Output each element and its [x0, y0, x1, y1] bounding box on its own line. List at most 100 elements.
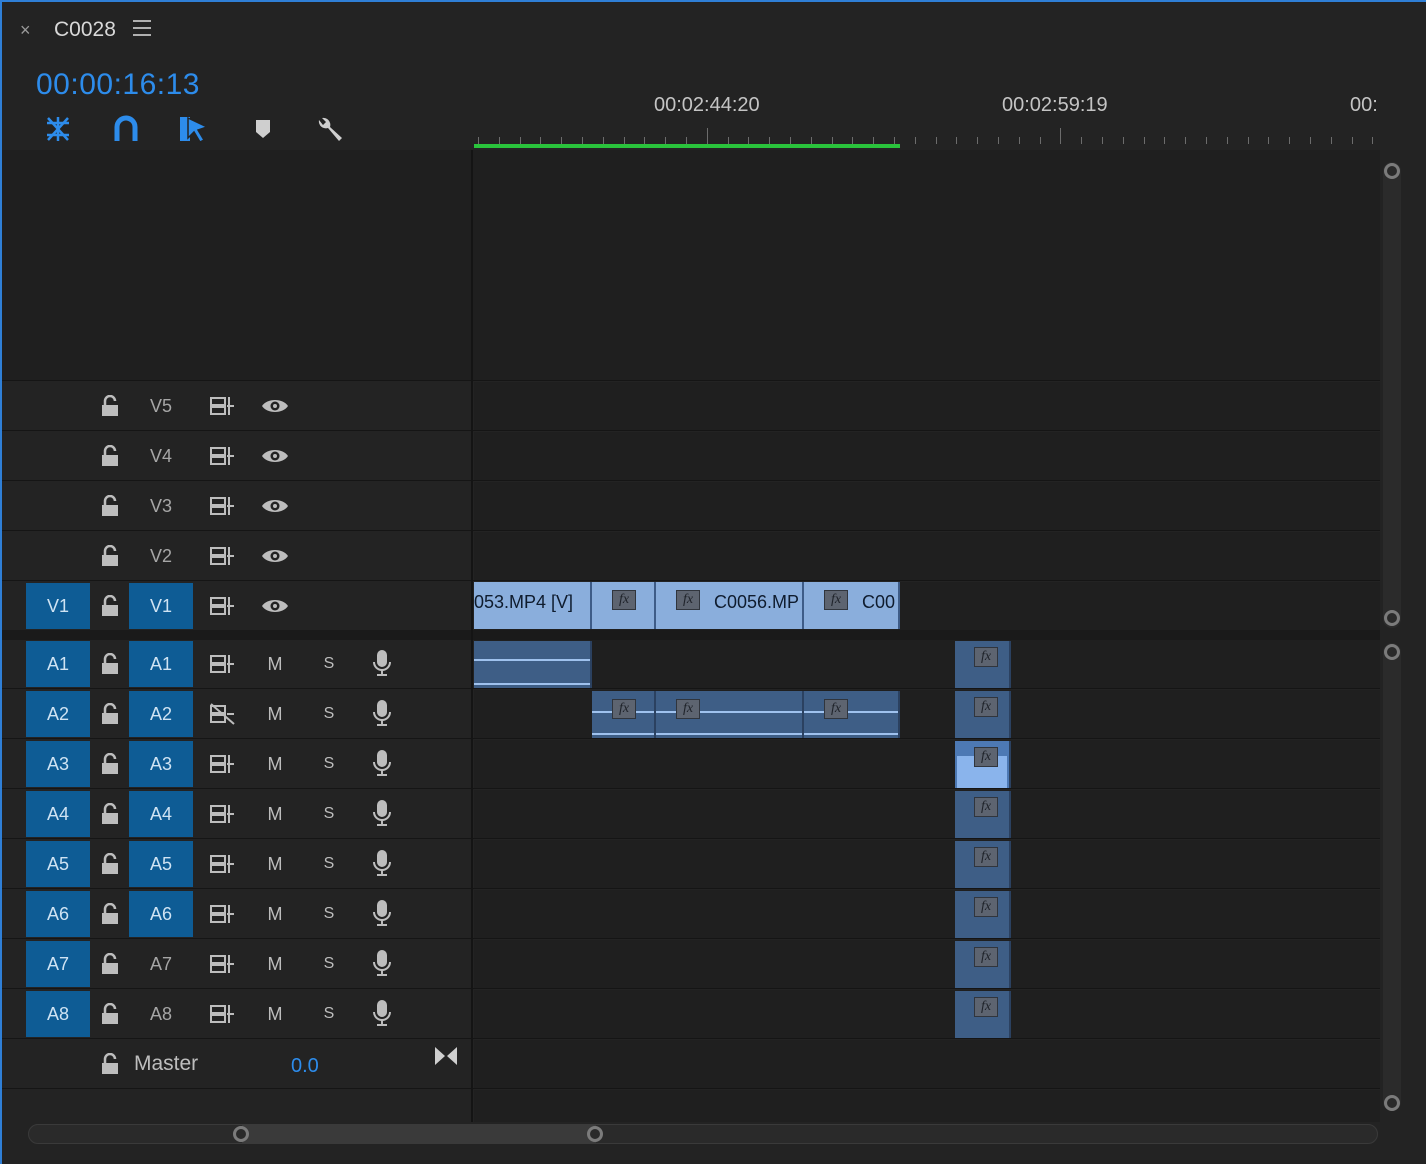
- source-patch-a7[interactable]: A7: [26, 941, 90, 987]
- linked-selection-icon[interactable]: [178, 114, 210, 144]
- source-patch-a6[interactable]: A6: [26, 891, 90, 937]
- lock-track-icon[interactable]: [98, 751, 122, 777]
- track-target-a5[interactable]: A5: [129, 841, 193, 887]
- track-target-v1[interactable]: V1: [129, 583, 193, 629]
- audio-clip[interactable]: fx: [804, 691, 900, 738]
- sync-lock-icon[interactable]: [206, 749, 238, 779]
- track-lane[interactable]: [474, 890, 1380, 938]
- voice-over-record-mic-icon[interactable]: [366, 948, 398, 978]
- track-lane[interactable]: [474, 432, 1380, 480]
- source-patch-v1[interactable]: V1: [26, 583, 90, 629]
- solo-button[interactable]: S: [314, 749, 344, 779]
- audio-vertical-scrollbar[interactable]: [1383, 643, 1401, 1111]
- panel-menu-icon[interactable]: [133, 20, 151, 36]
- sync-lock-icon[interactable]: [206, 491, 238, 521]
- voice-over-record-mic-icon[interactable]: [366, 698, 398, 728]
- track-lane[interactable]: [474, 482, 1380, 530]
- lock-track-icon[interactable]: [98, 1051, 122, 1077]
- audio-clip[interactable]: fx: [955, 991, 1011, 1038]
- track-target-a2[interactable]: A2: [129, 691, 193, 737]
- wrench-settings-icon[interactable]: [314, 114, 346, 144]
- close-tab-button[interactable]: ×: [20, 20, 31, 41]
- track-target-v5[interactable]: V5: [129, 383, 193, 429]
- audio-clip[interactable]: fx: [955, 941, 1011, 988]
- source-patch-a3[interactable]: A3: [26, 741, 90, 787]
- video-clip[interactable]: 053.MP4 [V]: [474, 582, 592, 629]
- lock-track-icon[interactable]: [98, 901, 122, 927]
- track-lane[interactable]: [474, 640, 1380, 688]
- audio-clip[interactable]: fx: [955, 641, 1011, 688]
- track-lane[interactable]: [474, 382, 1380, 430]
- track-lane[interactable]: [474, 990, 1380, 1038]
- mute-button[interactable]: M: [260, 849, 290, 879]
- mute-button[interactable]: M: [260, 899, 290, 929]
- scroll-handle[interactable]: [1384, 163, 1400, 179]
- voice-over-record-mic-icon[interactable]: [366, 748, 398, 778]
- mute-button[interactable]: M: [260, 649, 290, 679]
- add-marker-icon[interactable]: [247, 114, 279, 144]
- audio-clip[interactable]: fx: [656, 691, 804, 738]
- track-target-v2[interactable]: V2: [129, 533, 193, 579]
- voice-over-record-mic-icon[interactable]: [366, 998, 398, 1028]
- sync-lock-icon[interactable]: [206, 949, 238, 979]
- lock-track-icon[interactable]: [98, 593, 122, 619]
- sync-lock-off-icon[interactable]: [206, 699, 238, 729]
- track-lane[interactable]: [474, 740, 1380, 788]
- timeline-horizontal-scrollbar[interactable]: [28, 1124, 1378, 1144]
- go-to-in-out-icon[interactable]: [430, 1041, 462, 1071]
- audio-clip[interactable]: fx: [955, 741, 1011, 788]
- source-patch-a2[interactable]: A2: [26, 691, 90, 737]
- voice-over-record-mic-icon[interactable]: [366, 898, 398, 928]
- lock-track-icon[interactable]: [98, 851, 122, 877]
- lock-track-icon[interactable]: [98, 393, 122, 419]
- mute-button[interactable]: M: [260, 949, 290, 979]
- track-target-a3[interactable]: A3: [129, 741, 193, 787]
- video-clip[interactable]: fx C0056.MP: [656, 582, 804, 629]
- video-clip[interactable]: fx: [592, 582, 656, 629]
- solo-button[interactable]: S: [314, 899, 344, 929]
- toggle-output-eye-icon[interactable]: [259, 491, 291, 521]
- lock-track-icon[interactable]: [98, 493, 122, 519]
- lock-track-icon[interactable]: [98, 701, 122, 727]
- mute-button[interactable]: M: [260, 699, 290, 729]
- toggle-output-eye-icon[interactable]: [259, 391, 291, 421]
- zoom-handle-left[interactable]: [233, 1126, 249, 1142]
- toggle-output-eye-icon[interactable]: [259, 591, 291, 621]
- sync-lock-icon[interactable]: [206, 899, 238, 929]
- voice-over-record-mic-icon[interactable]: [366, 648, 398, 678]
- lock-track-icon[interactable]: [98, 1001, 122, 1027]
- solo-button[interactable]: S: [314, 999, 344, 1029]
- video-clip[interactable]: fx C00: [804, 582, 900, 629]
- sync-lock-icon[interactable]: [206, 799, 238, 829]
- toggle-output-eye-icon[interactable]: [259, 441, 291, 471]
- insert-nest-icon[interactable]: [42, 114, 74, 144]
- audio-clip[interactable]: fx: [955, 691, 1011, 738]
- sync-lock-icon[interactable]: [206, 541, 238, 571]
- lock-track-icon[interactable]: [98, 443, 122, 469]
- scroll-handle[interactable]: [1384, 644, 1400, 660]
- track-lane[interactable]: [474, 790, 1380, 838]
- source-patch-a5[interactable]: A5: [26, 841, 90, 887]
- audio-clip[interactable]: [474, 641, 592, 688]
- source-patch-a1[interactable]: A1: [26, 641, 90, 687]
- audio-clip[interactable]: fx: [592, 691, 656, 738]
- solo-button[interactable]: S: [314, 799, 344, 829]
- lock-track-icon[interactable]: [98, 651, 122, 677]
- lock-track-icon[interactable]: [98, 951, 122, 977]
- track-lane[interactable]: [474, 1040, 1380, 1088]
- track-lane[interactable]: [474, 532, 1380, 580]
- track-target-v4[interactable]: V4: [129, 433, 193, 479]
- time-ruler[interactable]: [474, 128, 1380, 144]
- solo-button[interactable]: S: [314, 699, 344, 729]
- mute-button[interactable]: M: [260, 999, 290, 1029]
- zoom-scroll-thumb[interactable]: [242, 1125, 596, 1143]
- sync-lock-icon[interactable]: [206, 849, 238, 879]
- scroll-handle[interactable]: [1384, 1095, 1400, 1111]
- track-target-a7[interactable]: A7: [129, 941, 193, 987]
- mute-button[interactable]: M: [260, 799, 290, 829]
- track-target-a1[interactable]: A1: [129, 641, 193, 687]
- video-vertical-scrollbar[interactable]: [1383, 162, 1401, 628]
- solo-button[interactable]: S: [314, 649, 344, 679]
- track-target-a8[interactable]: A8: [129, 991, 193, 1037]
- zoom-handle-right[interactable]: [587, 1126, 603, 1142]
